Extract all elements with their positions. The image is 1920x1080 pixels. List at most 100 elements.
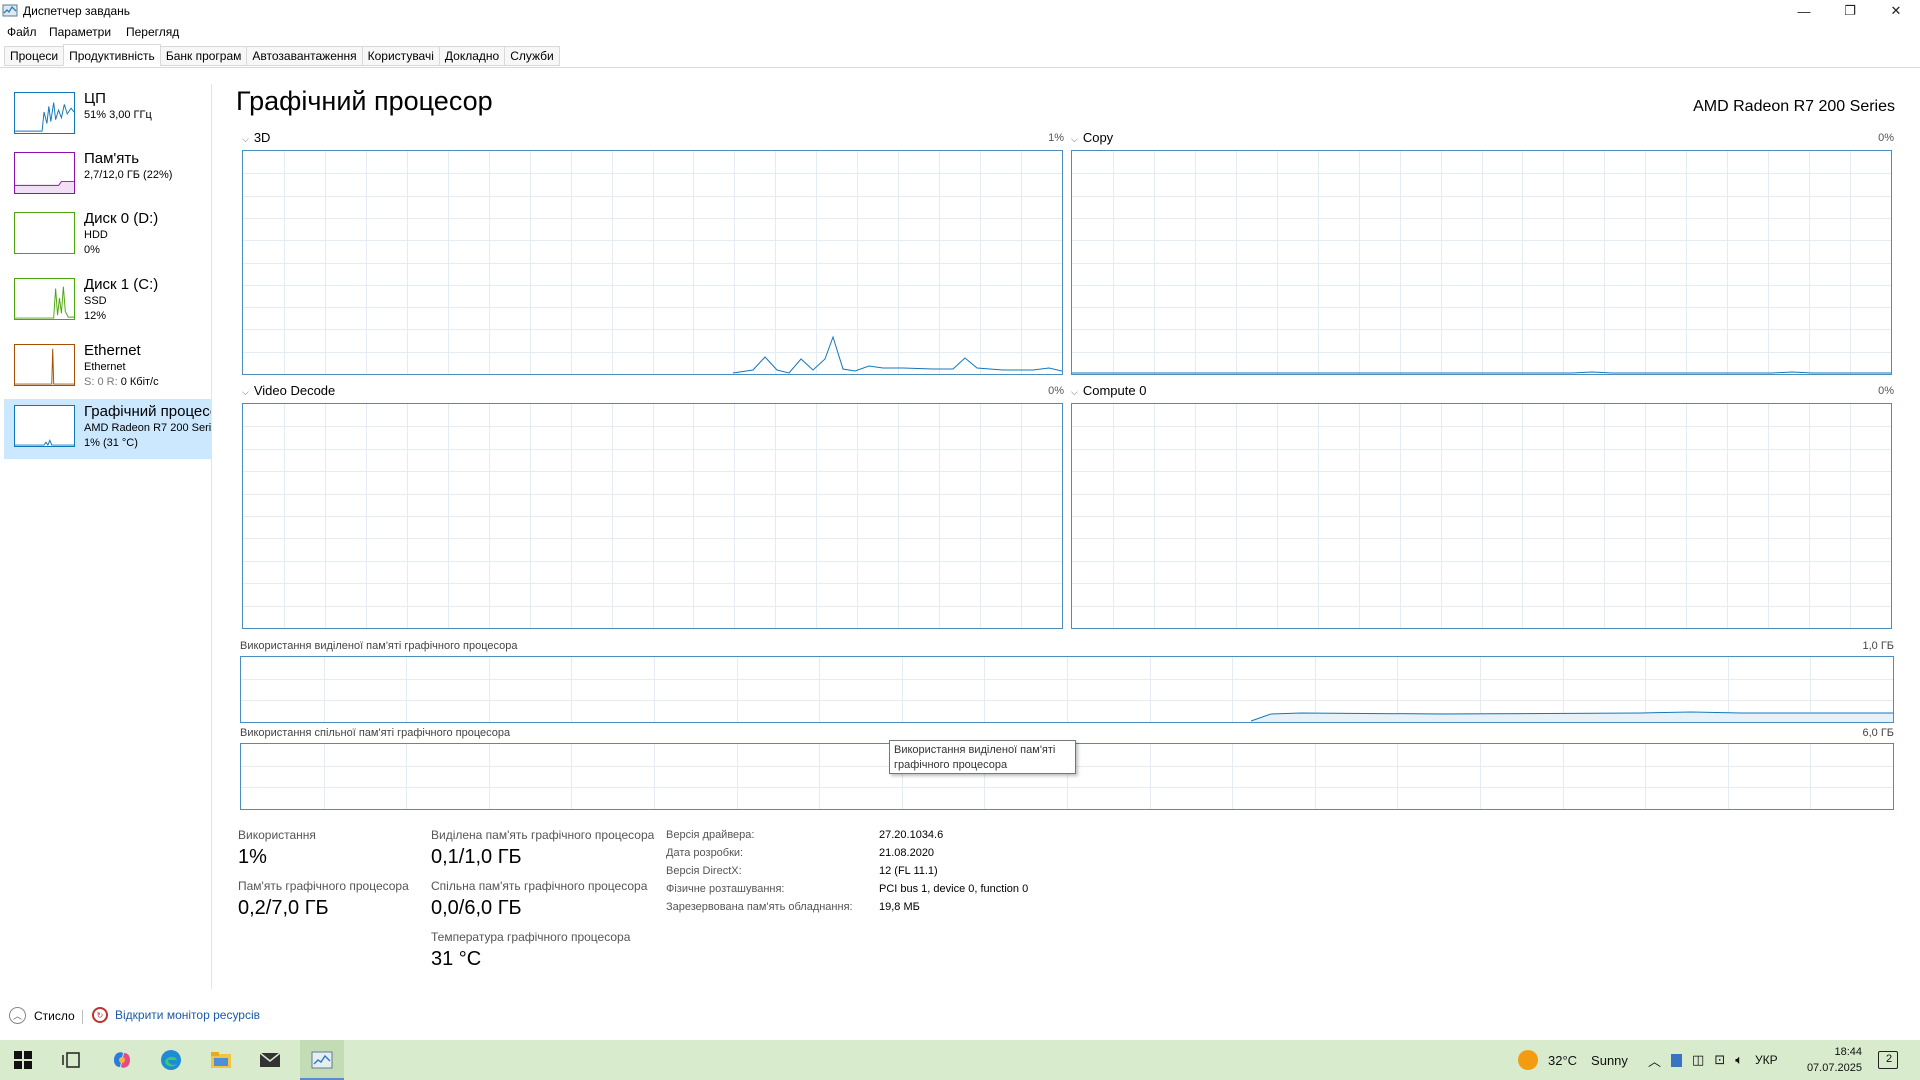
dedicated-memory-graph (240, 656, 1894, 723)
tab-details[interactable]: Докладно (438, 46, 506, 66)
tab-startup[interactable]: Автозавантаження (246, 46, 363, 66)
close-button[interactable]: ✕ (1873, 0, 1919, 22)
graph-3d-percent: 1% (1048, 132, 1064, 144)
menu-options[interactable]: Параметри (49, 25, 111, 39)
utilization-value: 1% (238, 846, 267, 868)
input-language[interactable]: УКР (1755, 1053, 1778, 1067)
graph-3d-label[interactable]: ⌵ 3D (242, 130, 270, 145)
resource-monitor-icon: ↻ (92, 1007, 108, 1023)
tab-services[interactable]: Служби (504, 46, 560, 66)
sidebar-item-disk1[interactable]: Диск 1 (C:) SSD 12% (4, 272, 211, 332)
file-explorer-icon[interactable] (209, 1048, 233, 1072)
tab-app-history[interactable]: Банк програм (159, 46, 248, 66)
shared-memory-stat-label: Спільна пам'ять графічного процесора (431, 879, 648, 893)
menu-view[interactable]: Перегляд (126, 25, 179, 39)
title-bar: Диспетчер завдань — ❐ ✕ (0, 0, 1920, 22)
weather-widget[interactable]: 32°C Sunny (1518, 1040, 1628, 1080)
graph-3d (242, 150, 1063, 375)
driver-version-value: 27.20.1034.6 (879, 829, 944, 841)
camera-icon[interactable]: ◫ (1692, 1052, 1704, 1068)
shared-memory-max: 6,0 ГБ (1862, 727, 1894, 739)
tooltip: Використання виділеної пам'яті графічног… (889, 740, 1076, 774)
start-windows-icon[interactable] (11, 1048, 35, 1072)
dedicated-memory-stat-label: Виділена пам'ять графічного процесора (431, 828, 655, 842)
driver-date-value: 21.08.2020 (879, 847, 935, 859)
footer-divider (82, 1010, 83, 1024)
sidebar-item-name: Графічний процесор 0 (84, 403, 211, 420)
ethernet-send-receive-prefix: S: 0 R: (84, 376, 121, 388)
chevron-down-icon: ⌵ (1071, 387, 1078, 397)
graph-video-decode-chart (243, 404, 1062, 628)
sidebar-item-detail: 2,7/12,0 ГБ (22%) (84, 169, 173, 181)
directx-version-key: Версія DirectX: (666, 865, 742, 877)
sidebar-item-cpu[interactable]: ЦП 51% 3,00 ГГц (4, 86, 211, 146)
sidebar-item-name: Диск 0 (D:) (84, 210, 159, 227)
network-icon[interactable]: ⊡ (1714, 1052, 1725, 1068)
sidebar-item-detail: 51% 3,00 ГГц (84, 109, 152, 121)
graph-video-decode (242, 403, 1063, 629)
sidebar-item-detail: SSD (84, 295, 107, 307)
mail-icon[interactable] (258, 1048, 282, 1072)
graph-3d-chart (243, 151, 1062, 374)
graph-compute0-percent: 0% (1878, 385, 1894, 397)
driver-version-key: Версія драйвера: (666, 829, 755, 841)
tab-divider (0, 67, 1920, 68)
graph-3d-grid (243, 151, 1062, 374)
tab-bar: Процеси Продуктивність Банк програм Авто… (4, 44, 560, 68)
notification-center-button[interactable]: 2 (1878, 1040, 1898, 1080)
tab-performance[interactable]: Продуктивність (63, 44, 161, 66)
edge-browser-icon[interactable] (159, 1048, 183, 1072)
graph-copy-percent: 0% (1878, 132, 1894, 144)
shared-memory-stat-value: 0,0/6,0 ГБ (431, 897, 522, 919)
copilot-icon[interactable] (110, 1048, 134, 1072)
show-hidden-icons-chevron-icon[interactable]: ︿ (1648, 1051, 1661, 1070)
disk0-thumbnail (14, 212, 75, 254)
gpu-thumbnail (14, 405, 75, 447)
clock[interactable]: 18:44 07.07.2025 (1804, 1040, 1862, 1080)
graph-video-decode-label[interactable]: ⌵ Video Decode (242, 383, 335, 398)
sidebar-item-memory[interactable]: Пам'ять 2,7/12,0 ГБ (22%) (4, 146, 211, 206)
notification-count: 2 (1886, 1053, 1893, 1065)
gpu-memory-value: 0,2/7,0 ГБ (238, 897, 329, 919)
open-resource-monitor-link[interactable]: ↻ Відкрити монітор ресурсів (92, 1007, 260, 1023)
graph-copy-label[interactable]: ⌵ Copy (1071, 130, 1113, 145)
physical-location-value: PCI bus 1, device 0, function 0 (879, 883, 1029, 895)
sidebar-item-name: ЦП (84, 90, 106, 107)
graph-copy-chart (1072, 151, 1891, 374)
sidebar-item-gpu[interactable]: Графічний процесор 0 AMD Radeon R7 200 S… (4, 399, 211, 459)
task-manager-taskbar-icon[interactable] (310, 1048, 334, 1072)
shared-memory-label: Використання спільної пам'яті графічного… (240, 727, 511, 739)
minimize-button[interactable]: — (1781, 0, 1827, 22)
gpu-memory-label: Пам'ять графічного процесора (238, 879, 409, 893)
clock-date: 07.07.2025 (1806, 1062, 1862, 1074)
dedicated-memory-chart (241, 657, 1893, 722)
chevron-up-icon: ︿ (9, 1007, 26, 1024)
sidebar-item-value: 12% (84, 310, 107, 322)
graph-compute0-chart (1072, 404, 1891, 628)
sidebar-item-name: Диск 1 (C:) (84, 276, 159, 293)
clock-time: 18:44 (1834, 1046, 1862, 1058)
task-view-icon[interactable] (60, 1048, 84, 1072)
gpu-temperature-value: 31 °C (431, 948, 482, 970)
dedicated-memory-max: 1,0 ГБ (1862, 640, 1894, 652)
tab-users[interactable]: Користувачі (361, 46, 440, 66)
sidebar-item-value: 0% (84, 244, 100, 256)
chevron-down-icon: ⌵ (1071, 134, 1078, 144)
fewer-details-button[interactable]: ︿ Стисло (9, 1007, 75, 1024)
sidebar-item-disk0[interactable]: Диск 0 (D:) HDD 0% (4, 206, 211, 266)
restore-button[interactable]: ❐ (1827, 0, 1873, 22)
graph-copy (1071, 150, 1892, 375)
reserved-memory-key: Зарезервована пам'ять обладнання: (666, 901, 853, 913)
directx-version-value: 12 (FL 11.1) (879, 865, 938, 877)
graph-compute0-label[interactable]: ⌵ Compute 0 (1071, 383, 1146, 398)
sidebar-item-detail: HDD (84, 229, 108, 241)
graph-video-decode-percent: 0% (1048, 385, 1064, 397)
menu-file[interactable]: Файл (7, 25, 37, 39)
utilization-label: Використання (238, 828, 316, 842)
sidebar-item-ethernet[interactable]: Ethernet Ethernet S: 0 R: 0 Кбіт/с (4, 338, 211, 398)
driver-date-key: Дата розробки: (666, 847, 744, 859)
tab-processes[interactable]: Процеси (4, 46, 65, 66)
volume-icon[interactable]: 🔈︎ (1735, 1052, 1743, 1068)
tray-app-icon[interactable] (1671, 1053, 1683, 1067)
ethernet-throughput: 0 Кбіт/с (120, 376, 159, 388)
